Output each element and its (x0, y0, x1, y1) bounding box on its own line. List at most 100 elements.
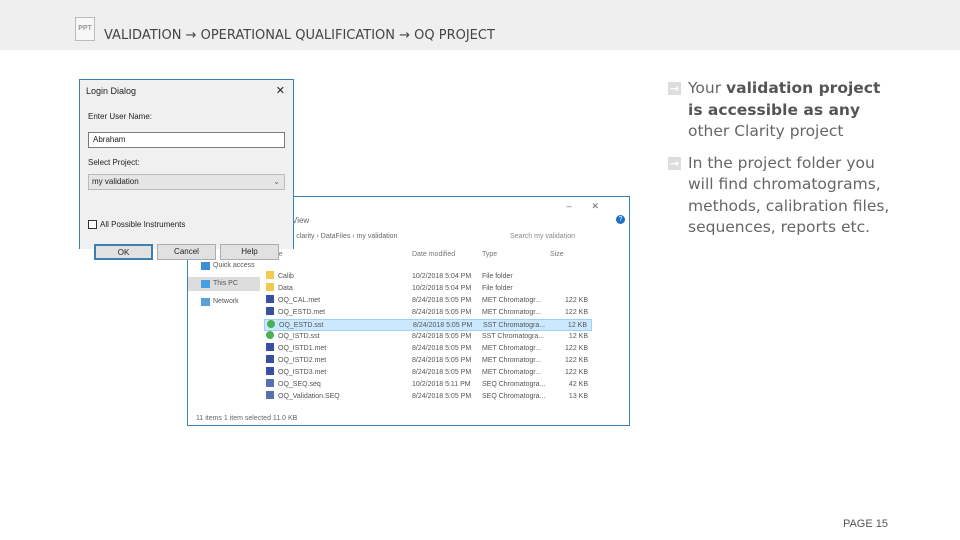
file-size: 12 KB (568, 333, 588, 340)
search-input[interactable]: Search my validation (510, 233, 575, 240)
file-size: 122 KB (565, 309, 588, 316)
met-file-icon (266, 295, 274, 303)
sst-file-icon (267, 320, 275, 328)
col-type[interactable]: Type (482, 251, 497, 258)
help-button[interactable]: Help (220, 244, 279, 260)
project-value: my validation (92, 177, 139, 186)
file-name: Data (278, 285, 293, 292)
bullet-text: Your (688, 79, 727, 97)
met-file-icon (266, 367, 274, 375)
file-type: MET Chromatogr... (482, 345, 542, 352)
chevron-down-icon: ⌄ (273, 177, 280, 186)
file-row[interactable]: OQ_ESTD.sst 8/24/2018 5:05 PM SST Chroma… (264, 319, 592, 331)
file-name: OQ_SEQ.seq (278, 381, 321, 388)
file-date: 8/24/2018 5:05 PM (412, 309, 472, 316)
file-row[interactable]: Calib 10/2/2018 5:04 PM File folder (264, 271, 592, 283)
ppt-file-icon: PPT (75, 17, 95, 41)
nav-network[interactable]: Network (188, 295, 260, 309)
window-controls[interactable]: –✕ (566, 201, 619, 212)
status-bar: 11 items 1 item selected 11.0 KB (196, 415, 298, 422)
arrow-icon: → (668, 82, 681, 95)
menu-view[interactable]: View (292, 216, 309, 225)
file-name: OQ_ISTD3.met (278, 369, 327, 376)
nav-quick-access[interactable]: Quick access (188, 259, 260, 273)
file-date: 8/24/2018 5:05 PM (412, 357, 472, 364)
project-label: Select Project: (88, 158, 140, 167)
arrow-icon: → (668, 156, 681, 170)
file-row[interactable]: Data 10/2/2018 5:04 PM File folder (264, 283, 592, 295)
ok-button[interactable]: OK (94, 244, 153, 260)
file-date: 8/24/2018 5:05 PM (412, 345, 472, 352)
bullet-text: other Clarity project (688, 122, 844, 140)
close-icon[interactable]: ✕ (276, 84, 285, 97)
file-size: 122 KB (565, 345, 588, 352)
file-date: 10/2/2018 5:04 PM (412, 273, 472, 280)
file-date: 10/2/2018 5:04 PM (412, 285, 472, 292)
file-row[interactable]: OQ_ESTD.met 8/24/2018 5:05 PM MET Chroma… (264, 307, 592, 319)
bullet-item: → In the project folder you will find chr… (668, 153, 898, 239)
file-row[interactable]: OQ_Validation.SEQ 8/24/2018 5:05 PM SEQ … (264, 391, 592, 403)
help-icon[interactable]: ? (616, 215, 625, 224)
sst-file-icon (266, 331, 274, 339)
file-name: OQ_Validation.SEQ (278, 393, 340, 400)
project-select[interactable]: my validation ⌄ (88, 174, 285, 190)
file-name: Calib (278, 273, 294, 280)
file-date: 10/2/2018 5:11 PM (412, 381, 471, 388)
file-size: 42 KB (568, 381, 588, 388)
cancel-button[interactable]: Cancel (157, 244, 216, 260)
folder-file-icon (266, 283, 274, 291)
network-icon (201, 298, 210, 306)
file-size: 122 KB (565, 369, 588, 376)
all-instruments-checkbox[interactable]: All Possible Instruments (88, 220, 185, 229)
file-row[interactable]: OQ_ISTD2.met 8/24/2018 5:05 PM MET Chrom… (264, 355, 592, 367)
col-date[interactable]: Date modified (412, 251, 455, 258)
checkbox-icon[interactable] (88, 220, 97, 229)
file-size: 13 KB (568, 393, 588, 400)
bullet-list: → Your validation project is accessible a… (668, 78, 898, 249)
file-row[interactable]: OQ_ISTD.sst 8/24/2018 5:05 PM SST Chroma… (264, 331, 592, 343)
file-date: 8/24/2018 5:05 PM (412, 393, 472, 400)
user-name-label: Enter User Name: (88, 112, 153, 121)
file-type: MET Chromatogr... (482, 369, 542, 376)
seq-file-icon (266, 391, 274, 399)
page-number: PAGE 15 (842, 518, 888, 530)
column-headers: Name Date modified Type Size (264, 251, 604, 263)
computer-icon (201, 280, 210, 288)
breadcrumb: VALIDATION → OPERATIONAL QUALIFICATION →… (104, 28, 495, 43)
login-dialog: Login Dialog ✕ Enter User Name: Abraham … (79, 79, 294, 260)
file-name: OQ_ESTD.met (278, 309, 326, 316)
dialog-title: Login Dialog (86, 86, 137, 96)
user-name-input[interactable]: Abraham (88, 132, 285, 148)
checkbox-label: All Possible Instruments (100, 220, 186, 229)
file-date: 8/24/2018 5:05 PM (412, 297, 472, 304)
file-row[interactable]: OQ_SEQ.seq 10/2/2018 5:11 PM SEQ Chromat… (264, 379, 592, 391)
seq-file-icon (266, 379, 274, 387)
file-size: 122 KB (565, 297, 588, 304)
bullet-item: → Your validation project is accessible a… (668, 78, 898, 143)
file-date: 8/24/2018 5:05 PM (412, 369, 472, 376)
file-type: File folder (482, 285, 513, 292)
nav-label: Network (213, 298, 239, 305)
file-type: SST Chromatogra... (482, 333, 545, 340)
met-file-icon (266, 343, 274, 351)
met-file-icon (266, 355, 274, 363)
file-type: SEQ Chromatogra... (482, 381, 546, 388)
met-file-icon (266, 307, 274, 315)
address-bar[interactable]: › clarity › DataFiles › my validation (292, 233, 397, 240)
navigation-pane: Quick access This PC Network (188, 259, 260, 313)
file-type: File folder (482, 273, 513, 280)
file-row[interactable]: OQ_ISTD1.met 8/24/2018 5:05 PM MET Chrom… (264, 343, 592, 355)
star-icon (201, 262, 210, 270)
file-type: MET Chromatogr... (482, 357, 542, 364)
file-row[interactable]: OQ_CAL.met 8/24/2018 5:05 PM MET Chromat… (264, 295, 592, 307)
file-size: 122 KB (565, 357, 588, 364)
nav-label: Quick access (213, 262, 255, 269)
file-row[interactable]: OQ_ISTD3.met 8/24/2018 5:05 PM MET Chrom… (264, 367, 592, 379)
header-band: PPT VALIDATION → OPERATIONAL QUALIFICATI… (0, 0, 960, 50)
file-date: 8/24/2018 5:05 PM (412, 333, 472, 340)
file-type: MET Chromatogr... (482, 309, 542, 316)
file-name: OQ_ISTD2.met (278, 357, 327, 364)
nav-this-pc[interactable]: This PC (188, 277, 260, 291)
col-size[interactable]: Size (550, 251, 564, 258)
nav-label: This PC (213, 280, 238, 287)
